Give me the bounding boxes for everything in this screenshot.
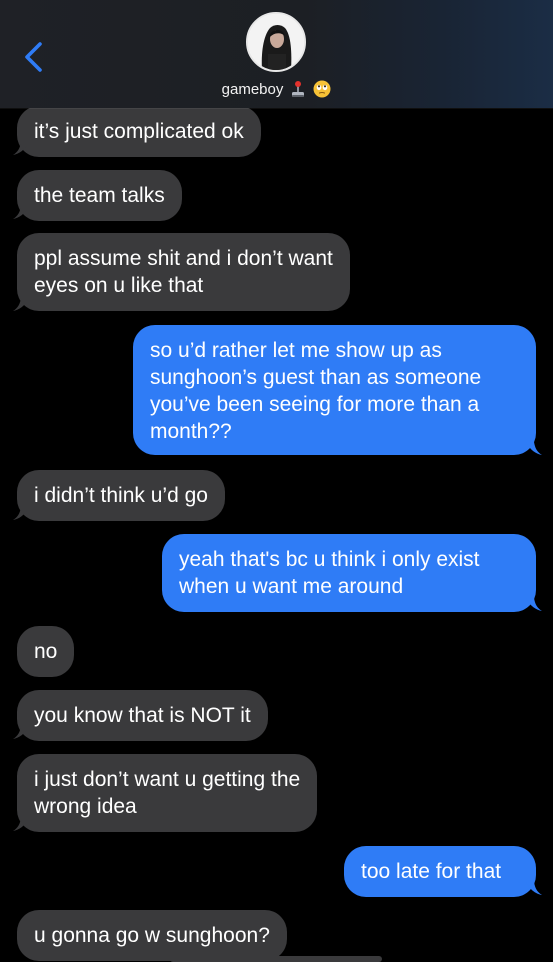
bubble-tail <box>13 507 29 520</box>
bubble-tail <box>526 882 542 895</box>
bubble-tail <box>13 206 29 219</box>
incoming-message[interactable]: the team talks <box>17 170 182 221</box>
contact-name: gameboy <box>221 80 284 98</box>
conversation-header: gameboy <box>0 0 553 108</box>
message-line: i just don’t want u getting the <box>34 768 301 791</box>
message-line: eyes on u like that <box>34 274 204 297</box>
avatar-photo-icon <box>248 14 304 70</box>
message-line: ppl assume shit and i don’t want <box>34 247 333 270</box>
outgoing-message[interactable]: yeah that's bc u think i only exist when… <box>162 534 536 612</box>
outgoing-message[interactable]: too late for that <box>344 846 536 897</box>
contact-name-row[interactable]: gameboy <box>0 80 553 98</box>
incoming-message[interactable]: u gonna go w sunghoon? <box>17 910 287 961</box>
message-line: sunghoon’s guest than as someone <box>150 366 482 389</box>
outgoing-message[interactable]: so u’d rather let me show up as sunghoon… <box>133 325 536 455</box>
chevron-left-icon[interactable] <box>18 40 52 74</box>
message-line: wrong idea <box>34 795 137 818</box>
message-text: the team talks <box>34 184 165 207</box>
message-line: so u’d rather let me show up as <box>150 339 442 362</box>
bubble-tail <box>13 142 29 155</box>
message-line: you’ve been seeing for more than a <box>150 393 480 416</box>
bubble-tail <box>13 726 29 739</box>
bubble-tail <box>13 818 29 831</box>
incoming-message[interactable]: it’s just complicated ok <box>17 106 261 157</box>
incoming-message[interactable]: no <box>17 626 75 677</box>
message-text: no <box>34 640 58 663</box>
message-text: too late for that <box>361 860 502 883</box>
joystick-icon <box>292 81 305 97</box>
message-line: month?? <box>150 420 232 443</box>
message-text: i didn’t think u’d go <box>34 484 208 507</box>
message-thread[interactable]: it’s just complicated ok the team talks … <box>0 0 553 962</box>
bubble-tail <box>526 598 542 611</box>
message-text: you know that is NOT it <box>34 704 251 727</box>
bubble-tail <box>526 442 542 455</box>
incoming-message[interactable]: ppl assume shit and i don’t want eyes on… <box>17 233 350 311</box>
incoming-message[interactable]: you know that is NOT it <box>17 690 268 741</box>
message-text: it’s just complicated ok <box>34 120 244 143</box>
message-line: yeah that's bc u think i only exist <box>179 548 480 571</box>
home-indicator <box>170 956 382 962</box>
eye-roll-emoji-icon <box>313 80 331 98</box>
incoming-message[interactable]: i didn’t think u’d go <box>17 470 225 521</box>
message-text: u gonna go w sunghoon? <box>34 924 270 947</box>
bubble-tail <box>13 298 29 311</box>
incoming-message[interactable]: i just don’t want u getting the wrong id… <box>17 754 318 832</box>
avatar[interactable] <box>246 12 306 72</box>
message-line: when u want me around <box>179 575 404 598</box>
